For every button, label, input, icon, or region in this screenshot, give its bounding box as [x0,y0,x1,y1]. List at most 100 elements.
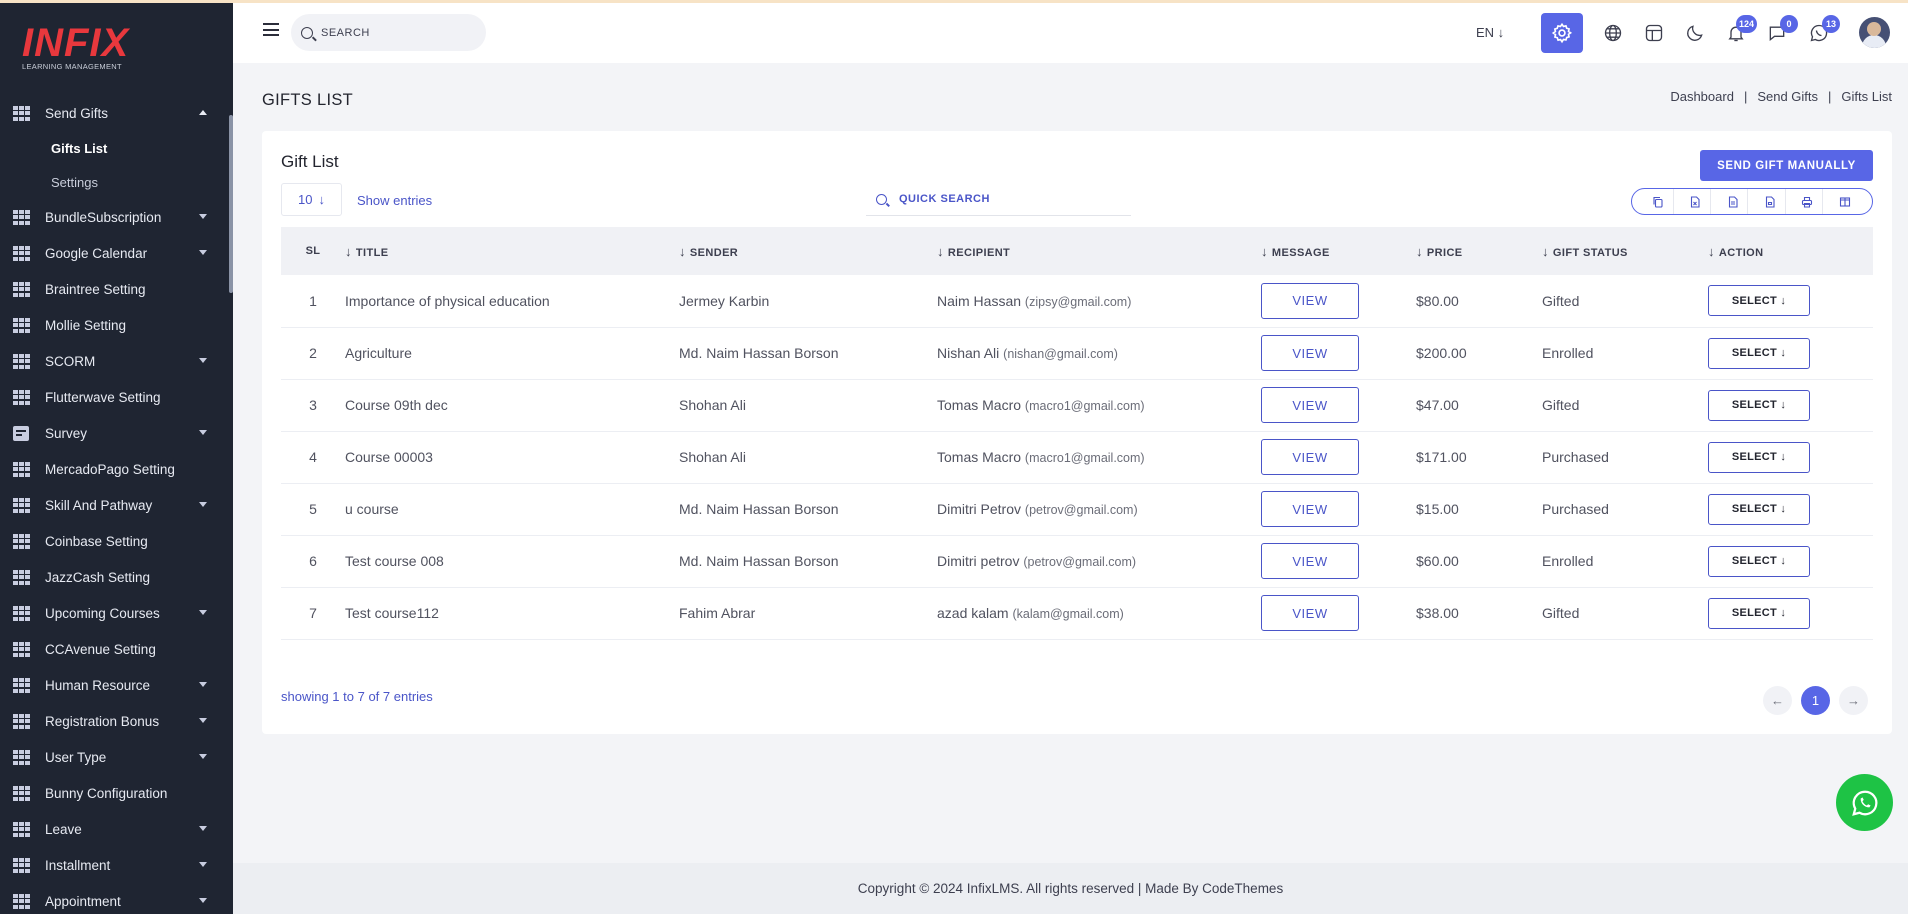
sidebar-item-scorm[interactable]: SCORM [0,343,229,379]
action-select-button[interactable]: SELECT ↓ [1708,285,1810,317]
sidebar-item-braintree-setting[interactable]: Braintree Setting [0,271,229,307]
column-header-title[interactable]: ↓ TITLE [345,227,679,275]
entries-per-page-select[interactable]: 10 ↓ [281,183,342,216]
view-message-button[interactable]: VIEW [1261,543,1359,579]
view-message-button[interactable]: VIEW [1261,282,1359,319]
sidebar-item-bundlesubscription[interactable]: BundleSubscription [0,199,229,235]
sidebar-item-label: Flutterwave Setting [45,389,161,405]
send-gift-manually-button[interactable]: SEND GIFT MANUALLY [1700,150,1873,181]
breadcrumb-send-gifts[interactable]: Send Gifts [1757,89,1818,104]
column-header-action[interactable]: ↓ ACTION [1708,227,1873,275]
action-select-button[interactable]: SELECT ↓ [1708,597,1810,629]
sidebar-item-coinbase-setting[interactable]: Coinbase Setting [0,523,229,559]
chat-icon[interactable]: 13 [1807,15,1840,45]
notifications-bell-icon[interactable]: 124 [1724,15,1757,45]
globe-icon[interactable] [1601,21,1625,45]
column-header-message[interactable]: ↓ MESSAGE [1261,227,1416,275]
recipient-name: Naim Hassan [937,292,1022,309]
copyright-text: Copyright © 2024 InfixLMS. All rights re… [857,881,1284,896]
sidebar-item-label: Coinbase Setting [45,533,148,549]
copy-icon[interactable] [1644,189,1674,214]
user-avatar[interactable] [1859,17,1890,48]
cell-action: SELECT ↓ [1708,587,1873,640]
sidebar-item-ccavenue-setting[interactable]: CCAvenue Setting [0,631,229,667]
sidebar-item-mercadopago-setting[interactable]: MercadoPago Setting [0,451,229,487]
messages-icon[interactable]: 0 [1765,15,1798,45]
cell-action: SELECT ↓ [1708,431,1873,484]
column-header-price[interactable]: ↓ PRICE [1416,227,1542,275]
sidebar-scrollbar[interactable] [229,115,233,293]
view-message-button[interactable]: VIEW [1261,595,1359,631]
footer: Copyright © 2024 InfixLMS. All rights re… [233,863,1908,914]
grid-icon [13,893,30,909]
sidebar-item-registration-bonus[interactable]: Registration Bonus [0,703,229,739]
logo-text: INFIX [22,21,130,65]
survey-icon [13,425,29,441]
cell-sl: 2 [281,327,345,380]
sidebar-item-jazzcash-setting[interactable]: JazzCash Setting [0,559,229,595]
view-message-button[interactable]: VIEW [1261,387,1359,423]
sidebar-item-appointment[interactable]: Appointment [0,883,229,914]
column-header-recipient[interactable]: ↓ RECIPIENT [937,227,1261,275]
csv-export-icon[interactable] [1718,189,1749,214]
grid-icon [13,461,30,477]
language-selector[interactable]: EN ↓ [1476,25,1504,40]
column-visibility-icon[interactable] [1830,189,1860,214]
next-page-button[interactable]: → [1839,686,1868,715]
view-message-button[interactable]: VIEW [1261,439,1359,475]
action-select-button[interactable]: SELECT ↓ [1708,493,1810,525]
column-header-gift-status[interactable]: ↓ GIFT STATUS [1542,227,1708,275]
sidebar-item-upcoming-courses[interactable]: Upcoming Courses [0,595,229,631]
view-message-button[interactable]: VIEW [1261,335,1359,371]
sort-arrow-icon: ↓ [1416,243,1423,259]
layout-icon[interactable] [1642,21,1666,45]
cell-message: VIEW [1261,535,1416,588]
sidebar-item-leave[interactable]: Leave [0,811,229,847]
recipient-email: (macro1@gmail.com) [1024,399,1145,413]
column-header-sender[interactable]: ↓ SENDER [679,227,937,275]
view-message-button[interactable]: VIEW [1261,491,1359,527]
sidebar-item-google-calendar[interactable]: Google Calendar [0,235,229,271]
quick-search[interactable] [866,183,1131,216]
sidebar-item-send-gifts[interactable]: Send Gifts [0,95,229,131]
excel-export-icon[interactable] [1681,189,1711,214]
action-select-button[interactable]: SELECT ↓ [1708,441,1810,473]
action-select-button[interactable]: SELECT ↓ [1708,389,1810,421]
sidebar-subitem-settings[interactable]: Settings [0,165,229,199]
column-header-sl[interactable]: SL [281,227,345,275]
breadcrumb-dashboard[interactable]: Dashboard [1670,89,1734,104]
page-button-current[interactable]: 1 [1801,686,1830,715]
sidebar-item-mollie-setting[interactable]: Mollie Setting [0,307,229,343]
breadcrumb-gifts-list: Gifts List [1841,89,1892,104]
recipient-email: (macro1@gmail.com) [1024,451,1145,465]
sidebar-item-skill-and-pathway[interactable]: Skill And Pathway [0,487,229,523]
sidebar-item-human-resource[interactable]: Human Resource [0,667,229,703]
action-select-button[interactable]: SELECT ↓ [1708,337,1810,369]
whatsapp-chat-icon[interactable] [1836,774,1893,831]
sidebar-item-user-type[interactable]: User Type [0,739,229,775]
search-input[interactable] [321,26,471,39]
quick-search-input[interactable] [899,193,1109,205]
chevron-down-icon [199,214,207,219]
cell-action: SELECT ↓ [1708,483,1873,536]
settings-gear-icon[interactable] [1541,13,1583,53]
menu-toggle-icon[interactable] [263,23,279,37]
brand-logo[interactable]: INFIX LEARNING MANAGEMENT [22,21,182,71]
cell-sender: Jermey Karbin [679,275,937,328]
pdf-export-icon[interactable] [1756,189,1786,214]
cell-gift-status: Gifted [1542,275,1708,328]
sidebar-item-flutterwave-setting[interactable]: Flutterwave Setting [0,379,229,415]
recipient-name: Dimitri Petrov [937,501,1022,517]
dark-mode-moon-icon[interactable] [1683,21,1707,45]
previous-page-button[interactable]: ← [1763,686,1792,715]
global-search[interactable] [291,14,486,51]
sidebar-item-bunny-configuration[interactable]: Bunny Configuration [0,775,229,811]
print-icon[interactable] [1793,189,1823,214]
action-select-button[interactable]: SELECT ↓ [1708,545,1810,577]
sidebar-item-survey[interactable]: Survey [0,415,229,451]
sidebar-item-installment[interactable]: Installment [0,847,229,883]
sidebar-item-label: Upcoming Courses [45,605,160,621]
sidebar-subitem-gifts-list[interactable]: Gifts List [0,131,229,165]
chevron-down-icon [199,718,207,723]
recipient-name: Nishan Ali [937,345,1000,361]
